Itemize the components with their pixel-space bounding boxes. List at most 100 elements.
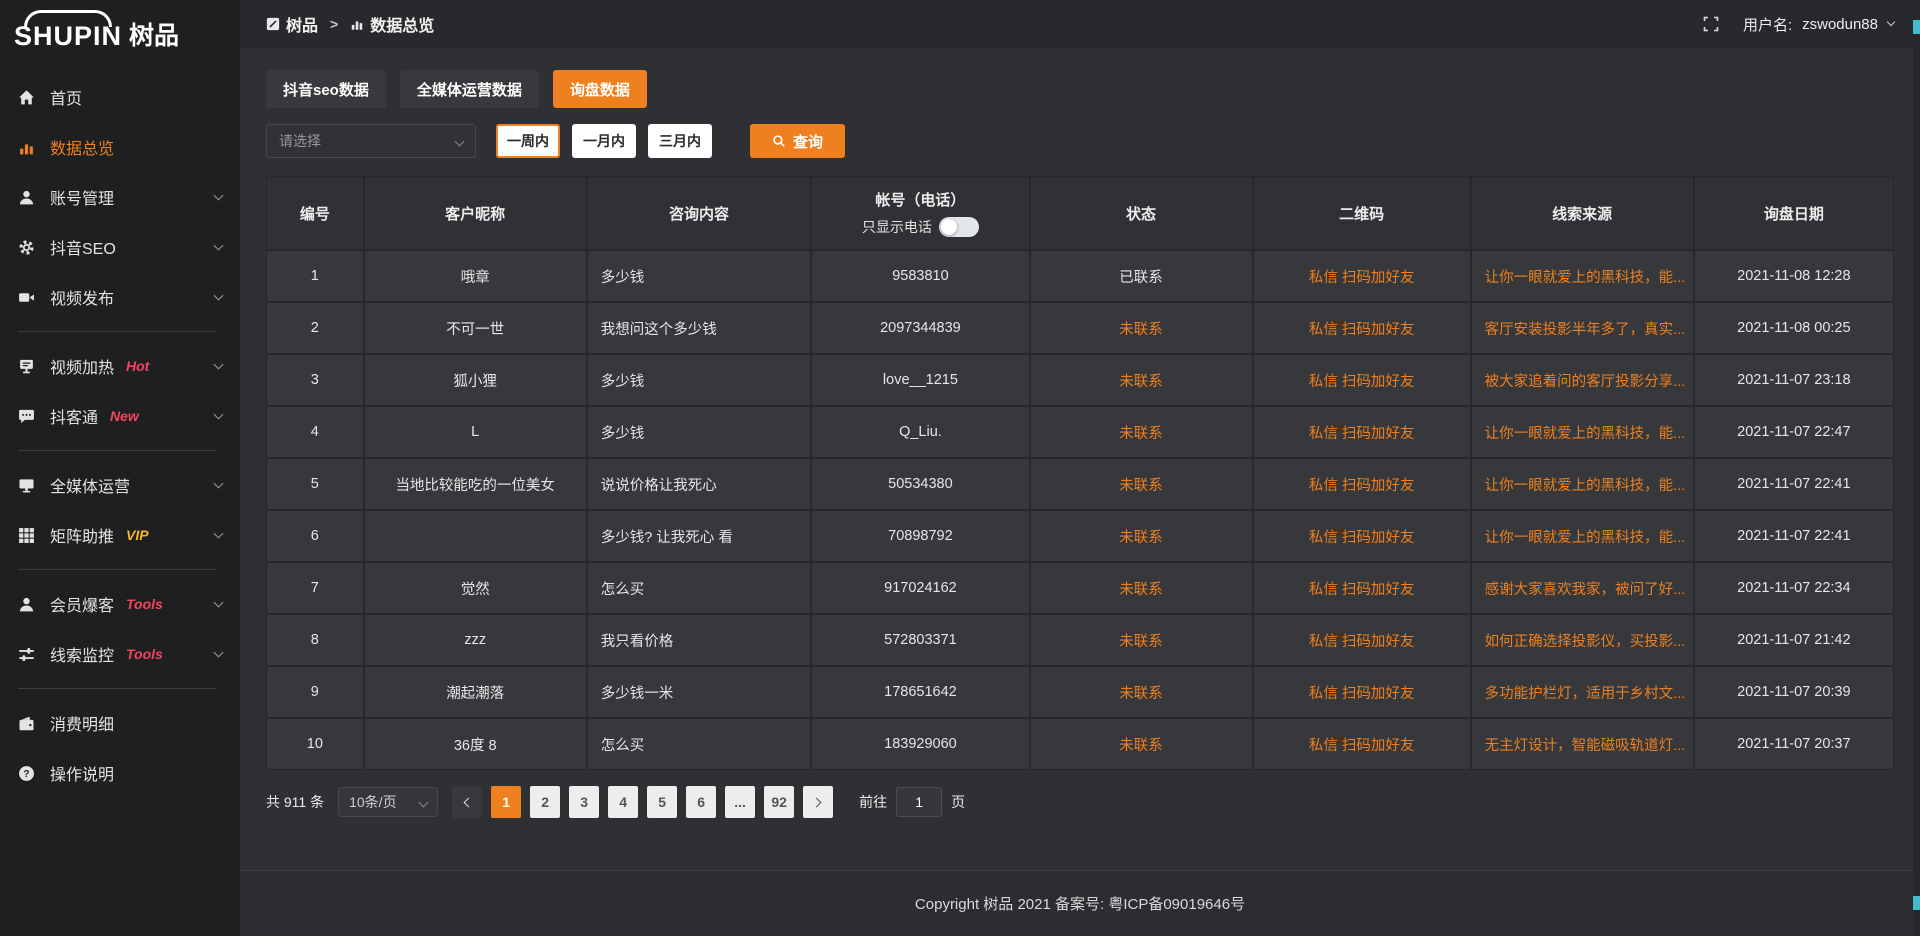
- username[interactable]: zswodun88: [1802, 16, 1878, 33]
- sidebar-item-9[interactable]: 全媒体运营: [0, 460, 240, 510]
- cell-date: 2021-11-07 23:18: [1694, 354, 1894, 406]
- chevron-down-icon: [214, 291, 224, 301]
- sidebar-item-10[interactable]: 矩阵助推VIP: [0, 510, 240, 560]
- cell-source[interactable]: 被大家追着问的客厅投影分享...: [1471, 354, 1694, 406]
- cell-nickname: 狐小狸: [364, 354, 587, 406]
- column-header-label: 编号: [300, 206, 330, 223]
- sidebar-item-12[interactable]: 会员爆客Tools: [0, 579, 240, 629]
- query-button[interactable]: 查询: [750, 124, 845, 158]
- cell-qrcode[interactable]: 私信 扫码加好友: [1253, 458, 1471, 510]
- cell-account: 572803371: [811, 614, 1029, 666]
- sidebar-item-7[interactable]: 抖客通 New: [0, 391, 240, 441]
- breadcrumb-root[interactable]: 树品: [286, 12, 318, 36]
- page-button-1[interactable]: 1: [491, 786, 521, 818]
- cell-qrcode[interactable]: 私信 扫码加好友: [1253, 406, 1471, 458]
- chevron-down-icon[interactable]: [1887, 18, 1895, 26]
- sidebar-item-3[interactable]: 抖音SEO: [0, 222, 240, 272]
- cell-qrcode[interactable]: 私信 扫码加好友: [1253, 614, 1471, 666]
- category-select[interactable]: 请选择: [266, 124, 476, 158]
- sidebar-divider: [18, 569, 216, 570]
- goto-label: 前往: [859, 792, 887, 812]
- period-button-2[interactable]: 三月内: [648, 124, 712, 158]
- sidebar-item-label: 抖客通: [50, 404, 98, 428]
- sliders-icon: [18, 646, 35, 663]
- cell-status: 未联系: [1030, 666, 1253, 718]
- cell-source[interactable]: 让你一眼就爱上的黑科技，能...: [1471, 458, 1694, 510]
- period-button-1[interactable]: 一月内: [572, 124, 636, 158]
- user-star-icon: [18, 596, 35, 613]
- fullscreen-icon[interactable]: [1703, 16, 1719, 32]
- cell-qrcode[interactable]: 私信 扫码加好友: [1253, 302, 1471, 354]
- cell-qrcode[interactable]: 私信 扫码加好友: [1253, 354, 1471, 406]
- page-button-5[interactable]: 5: [647, 786, 677, 818]
- cell-date: 2021-11-07 20:39: [1694, 666, 1894, 718]
- sidebar-item-badge: New: [110, 408, 139, 424]
- page-size-select[interactable]: 10条/页: [338, 787, 438, 817]
- chevron-down-icon: [214, 479, 224, 489]
- cell-source[interactable]: 如何正确选择投影仪，买投影...: [1471, 614, 1694, 666]
- scrollbar[interactable]: [1913, 0, 1920, 936]
- sidebar-item-4[interactable]: 视频发布: [0, 272, 240, 322]
- page-button-3[interactable]: 3: [569, 786, 599, 818]
- cell-source[interactable]: 让你一眼就爱上的黑科技，能...: [1471, 250, 1694, 302]
- cell-source[interactable]: 多功能护栏灯，适用于乡村文...: [1471, 666, 1694, 718]
- tab-0[interactable]: 抖音seo数据: [266, 70, 386, 108]
- sidebar-item-1[interactable]: 数据总览: [0, 122, 240, 172]
- sidebar-item-16[interactable]: ?操作说明: [0, 748, 240, 798]
- phone-toggle-label: 只显示电话: [862, 217, 932, 237]
- cell-id: 7: [266, 562, 364, 614]
- sidebar-item-0[interactable]: 首页: [0, 72, 240, 122]
- sidebar-item-2[interactable]: 账号管理: [0, 172, 240, 222]
- cell-source[interactable]: 感谢大家喜欢我家，被问了好...: [1471, 562, 1694, 614]
- column-header-qrcode: 二维码: [1253, 176, 1471, 250]
- page-button-4[interactable]: 4: [608, 786, 638, 818]
- cell-qrcode[interactable]: 私信 扫码加好友: [1253, 250, 1471, 302]
- cell-source[interactable]: 让你一眼就爱上的黑科技，能...: [1471, 406, 1694, 458]
- cell-qrcode[interactable]: 私信 扫码加好友: [1253, 718, 1471, 770]
- tab-1[interactable]: 全媒体运营数据: [400, 70, 539, 108]
- prev-page-button[interactable]: [452, 786, 482, 818]
- sidebar-item-15[interactable]: 消费明细: [0, 698, 240, 748]
- table-row: 4L多少钱Q_Liu.未联系私信 扫码加好友让你一眼就爱上的黑科技，能...20…: [266, 406, 1894, 458]
- sidebar-item-6[interactable]: 视频加热Hot: [0, 341, 240, 391]
- sidebar-item-13[interactable]: 线索监控Tools: [0, 629, 240, 679]
- cell-qrcode[interactable]: 私信 扫码加好友: [1253, 562, 1471, 614]
- cell-nickname: 不可一世: [364, 302, 587, 354]
- cell-content: 多少钱: [587, 406, 812, 458]
- help-icon: ?: [18, 765, 35, 782]
- tab-2[interactable]: 询盘数据: [553, 70, 647, 108]
- table-row: 7觉然怎么买917024162未联系私信 扫码加好友感谢大家喜欢我家，被问了好.…: [266, 562, 1894, 614]
- chat-icon: [18, 408, 35, 425]
- page-button-92[interactable]: 92: [764, 786, 794, 818]
- page-button-6[interactable]: 6: [686, 786, 716, 818]
- cell-source[interactable]: 客厅安装投影半年多了，真实...: [1471, 302, 1694, 354]
- goto-page-input[interactable]: [896, 787, 942, 817]
- period-button-0[interactable]: 一周内: [496, 124, 560, 158]
- cell-status: 未联系: [1030, 510, 1253, 562]
- toggle-knob: [941, 219, 957, 235]
- monitor-icon: [18, 477, 35, 494]
- sidebar-item-label: 全媒体运营: [50, 473, 130, 497]
- phone-only-toggle[interactable]: [939, 217, 979, 237]
- cell-id: 6: [266, 510, 364, 562]
- cell-id: 10: [266, 718, 364, 770]
- cell-account: 9583810: [811, 250, 1029, 302]
- column-header-label: 咨询内容: [669, 206, 729, 223]
- cell-qrcode[interactable]: 私信 扫码加好友: [1253, 510, 1471, 562]
- cell-source[interactable]: 让你一眼就爱上的黑科技，能...: [1471, 510, 1694, 562]
- next-page-button[interactable]: [803, 786, 833, 818]
- home-icon: [18, 89, 35, 106]
- page-button-2[interactable]: 2: [530, 786, 560, 818]
- cell-source[interactable]: 无主灯设计，智能磁吸轨道灯...: [1471, 718, 1694, 770]
- table-row: 9潮起潮落多少钱一米178651642未联系私信 扫码加好友多功能护栏灯，适用于…: [266, 666, 1894, 718]
- column-header-source: 线索来源: [1471, 176, 1694, 250]
- app-icon: [266, 17, 280, 31]
- cell-content: 说说价格让我死心: [587, 458, 812, 510]
- username-label: 用户名:: [1743, 14, 1792, 35]
- page-size-value: 10条/页: [349, 792, 396, 812]
- chevron-left-icon: [464, 797, 474, 807]
- page-ellipsis-button[interactable]: ...: [725, 786, 755, 818]
- cell-id: 9: [266, 666, 364, 718]
- brand-logo-cn: 树品: [129, 16, 179, 52]
- cell-qrcode[interactable]: 私信 扫码加好友: [1253, 666, 1471, 718]
